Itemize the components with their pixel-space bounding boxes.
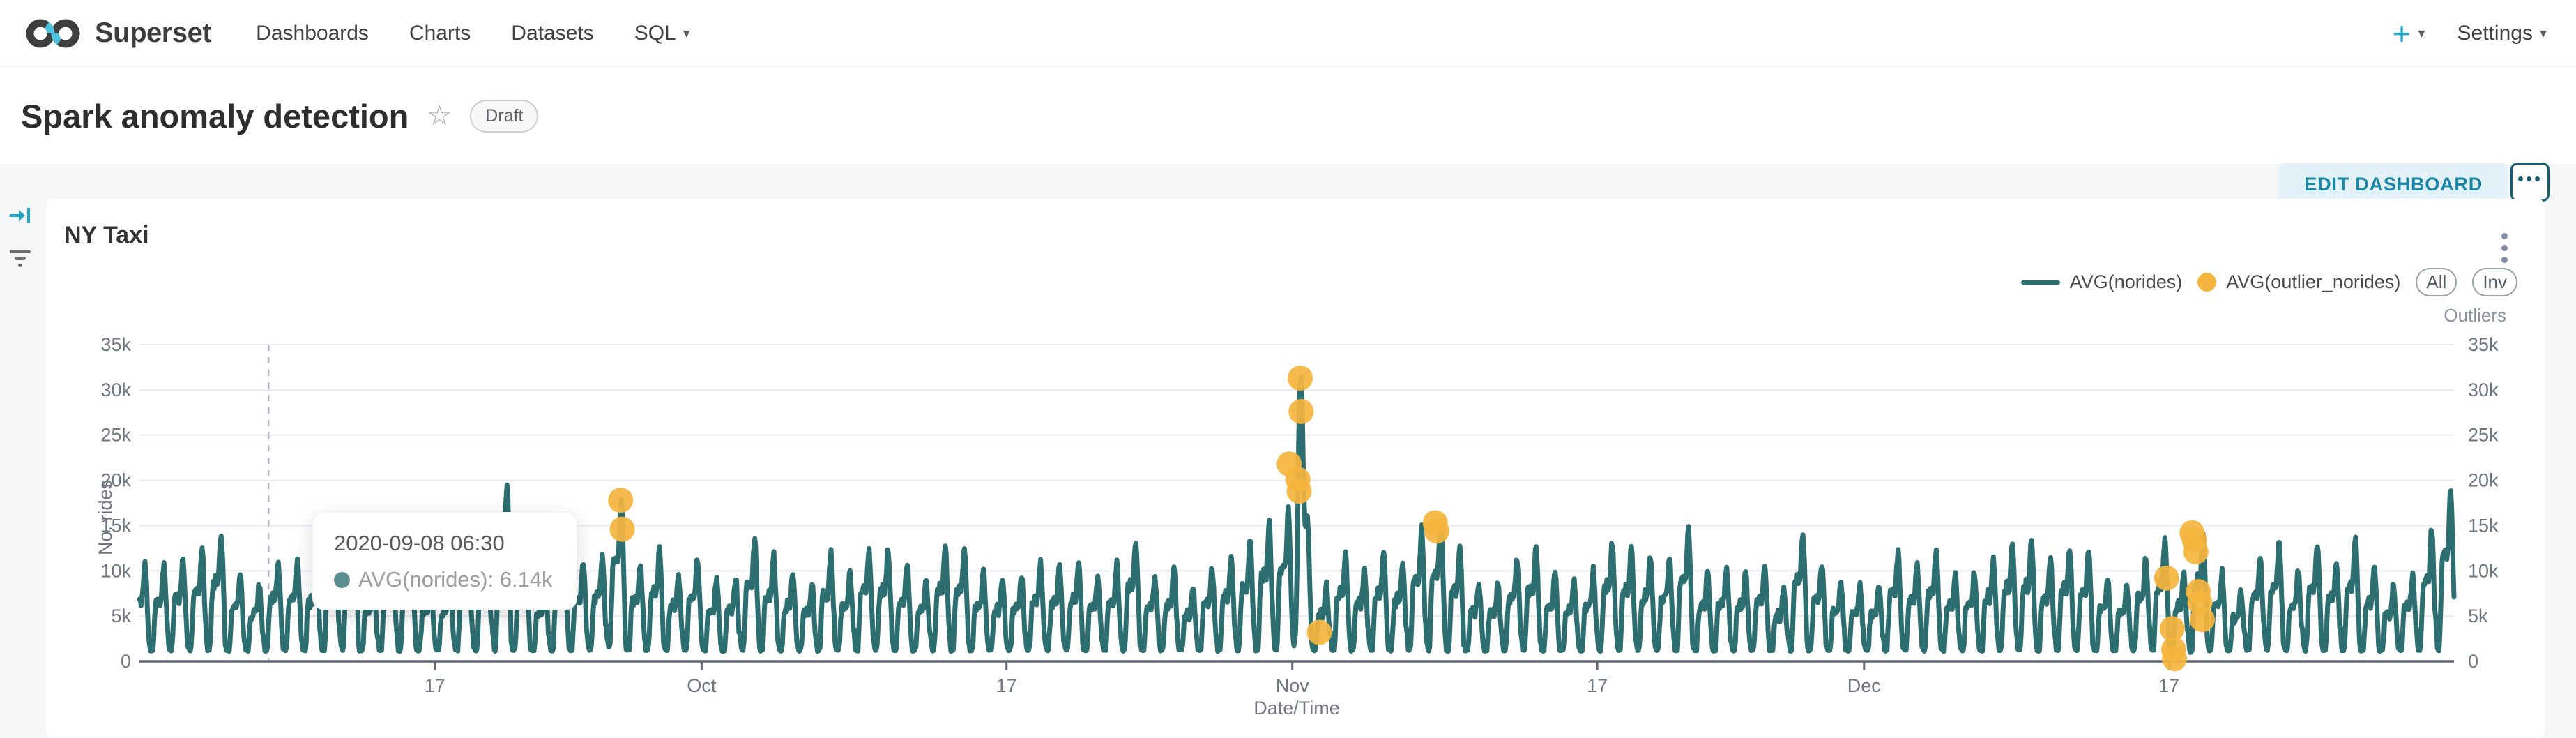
nav-item-datasets[interactable]: Datasets bbox=[511, 22, 593, 45]
page-title: Spark anomaly detection bbox=[21, 97, 409, 135]
chart-title: NY Taxi bbox=[64, 222, 149, 249]
tooltip-series-dot bbox=[334, 572, 350, 588]
brand[interactable]: Superset bbox=[21, 15, 211, 52]
chart-menu-kebab-icon[interactable] bbox=[2499, 230, 2510, 266]
outliers-all-button[interactable]: All bbox=[2416, 268, 2457, 296]
superset-dashboard-page: Superset Dashboards Charts Datasets SQL▾… bbox=[0, 0, 2576, 738]
chevron-down-icon: ▾ bbox=[683, 24, 690, 42]
legend-item-norides[interactable]: AVG(norides) bbox=[2021, 271, 2183, 293]
filter-icon[interactable] bbox=[8, 246, 32, 269]
nav-item-sql[interactable]: SQL▾ bbox=[634, 22, 690, 45]
nav-item-charts[interactable]: Charts bbox=[409, 22, 471, 45]
more-options-button[interactable]: ••• bbox=[2510, 163, 2550, 202]
superset-logo-icon bbox=[21, 15, 85, 52]
chart-canvas[interactable] bbox=[139, 345, 2454, 661]
status-badge: Draft bbox=[470, 100, 538, 133]
legend-dot-swatch bbox=[2197, 273, 2216, 292]
add-new-button[interactable]: +▾ bbox=[2393, 17, 2425, 50]
legend-item-outlier-norides[interactable]: AVG(outlier_norides) bbox=[2197, 271, 2400, 293]
dashboard-header: Spark anomaly detection ☆ Draft EDIT DAS… bbox=[0, 67, 2576, 165]
chevron-down-icon: ▾ bbox=[2540, 24, 2547, 42]
tooltip-date: 2020-09-08 06:30 bbox=[334, 531, 553, 556]
expand-filter-panel-icon[interactable] bbox=[8, 204, 32, 227]
brand-text: Superset bbox=[95, 17, 211, 49]
outliers-inv-button[interactable]: Inv bbox=[2472, 268, 2517, 296]
chevron-down-icon: ▾ bbox=[2418, 27, 2425, 40]
tooltip-value: AVG(norides): 6.14k bbox=[358, 567, 553, 592]
settings-menu[interactable]: Settings▾ bbox=[2457, 22, 2547, 45]
chart-legend: AVG(norides) AVG(outlier_norides) All In… bbox=[2021, 268, 2517, 296]
outliers-caption: Outliers bbox=[2444, 305, 2506, 326]
chart-tooltip: 2020-09-08 06:30 AVG(norides): 6.14k bbox=[312, 512, 577, 610]
nav-item-dashboards[interactable]: Dashboards bbox=[256, 22, 369, 45]
favorite-star-icon[interactable]: ☆ bbox=[427, 102, 452, 130]
top-nav: Superset Dashboards Charts Datasets SQL▾… bbox=[0, 0, 2576, 67]
legend-line-swatch bbox=[2021, 280, 2060, 285]
